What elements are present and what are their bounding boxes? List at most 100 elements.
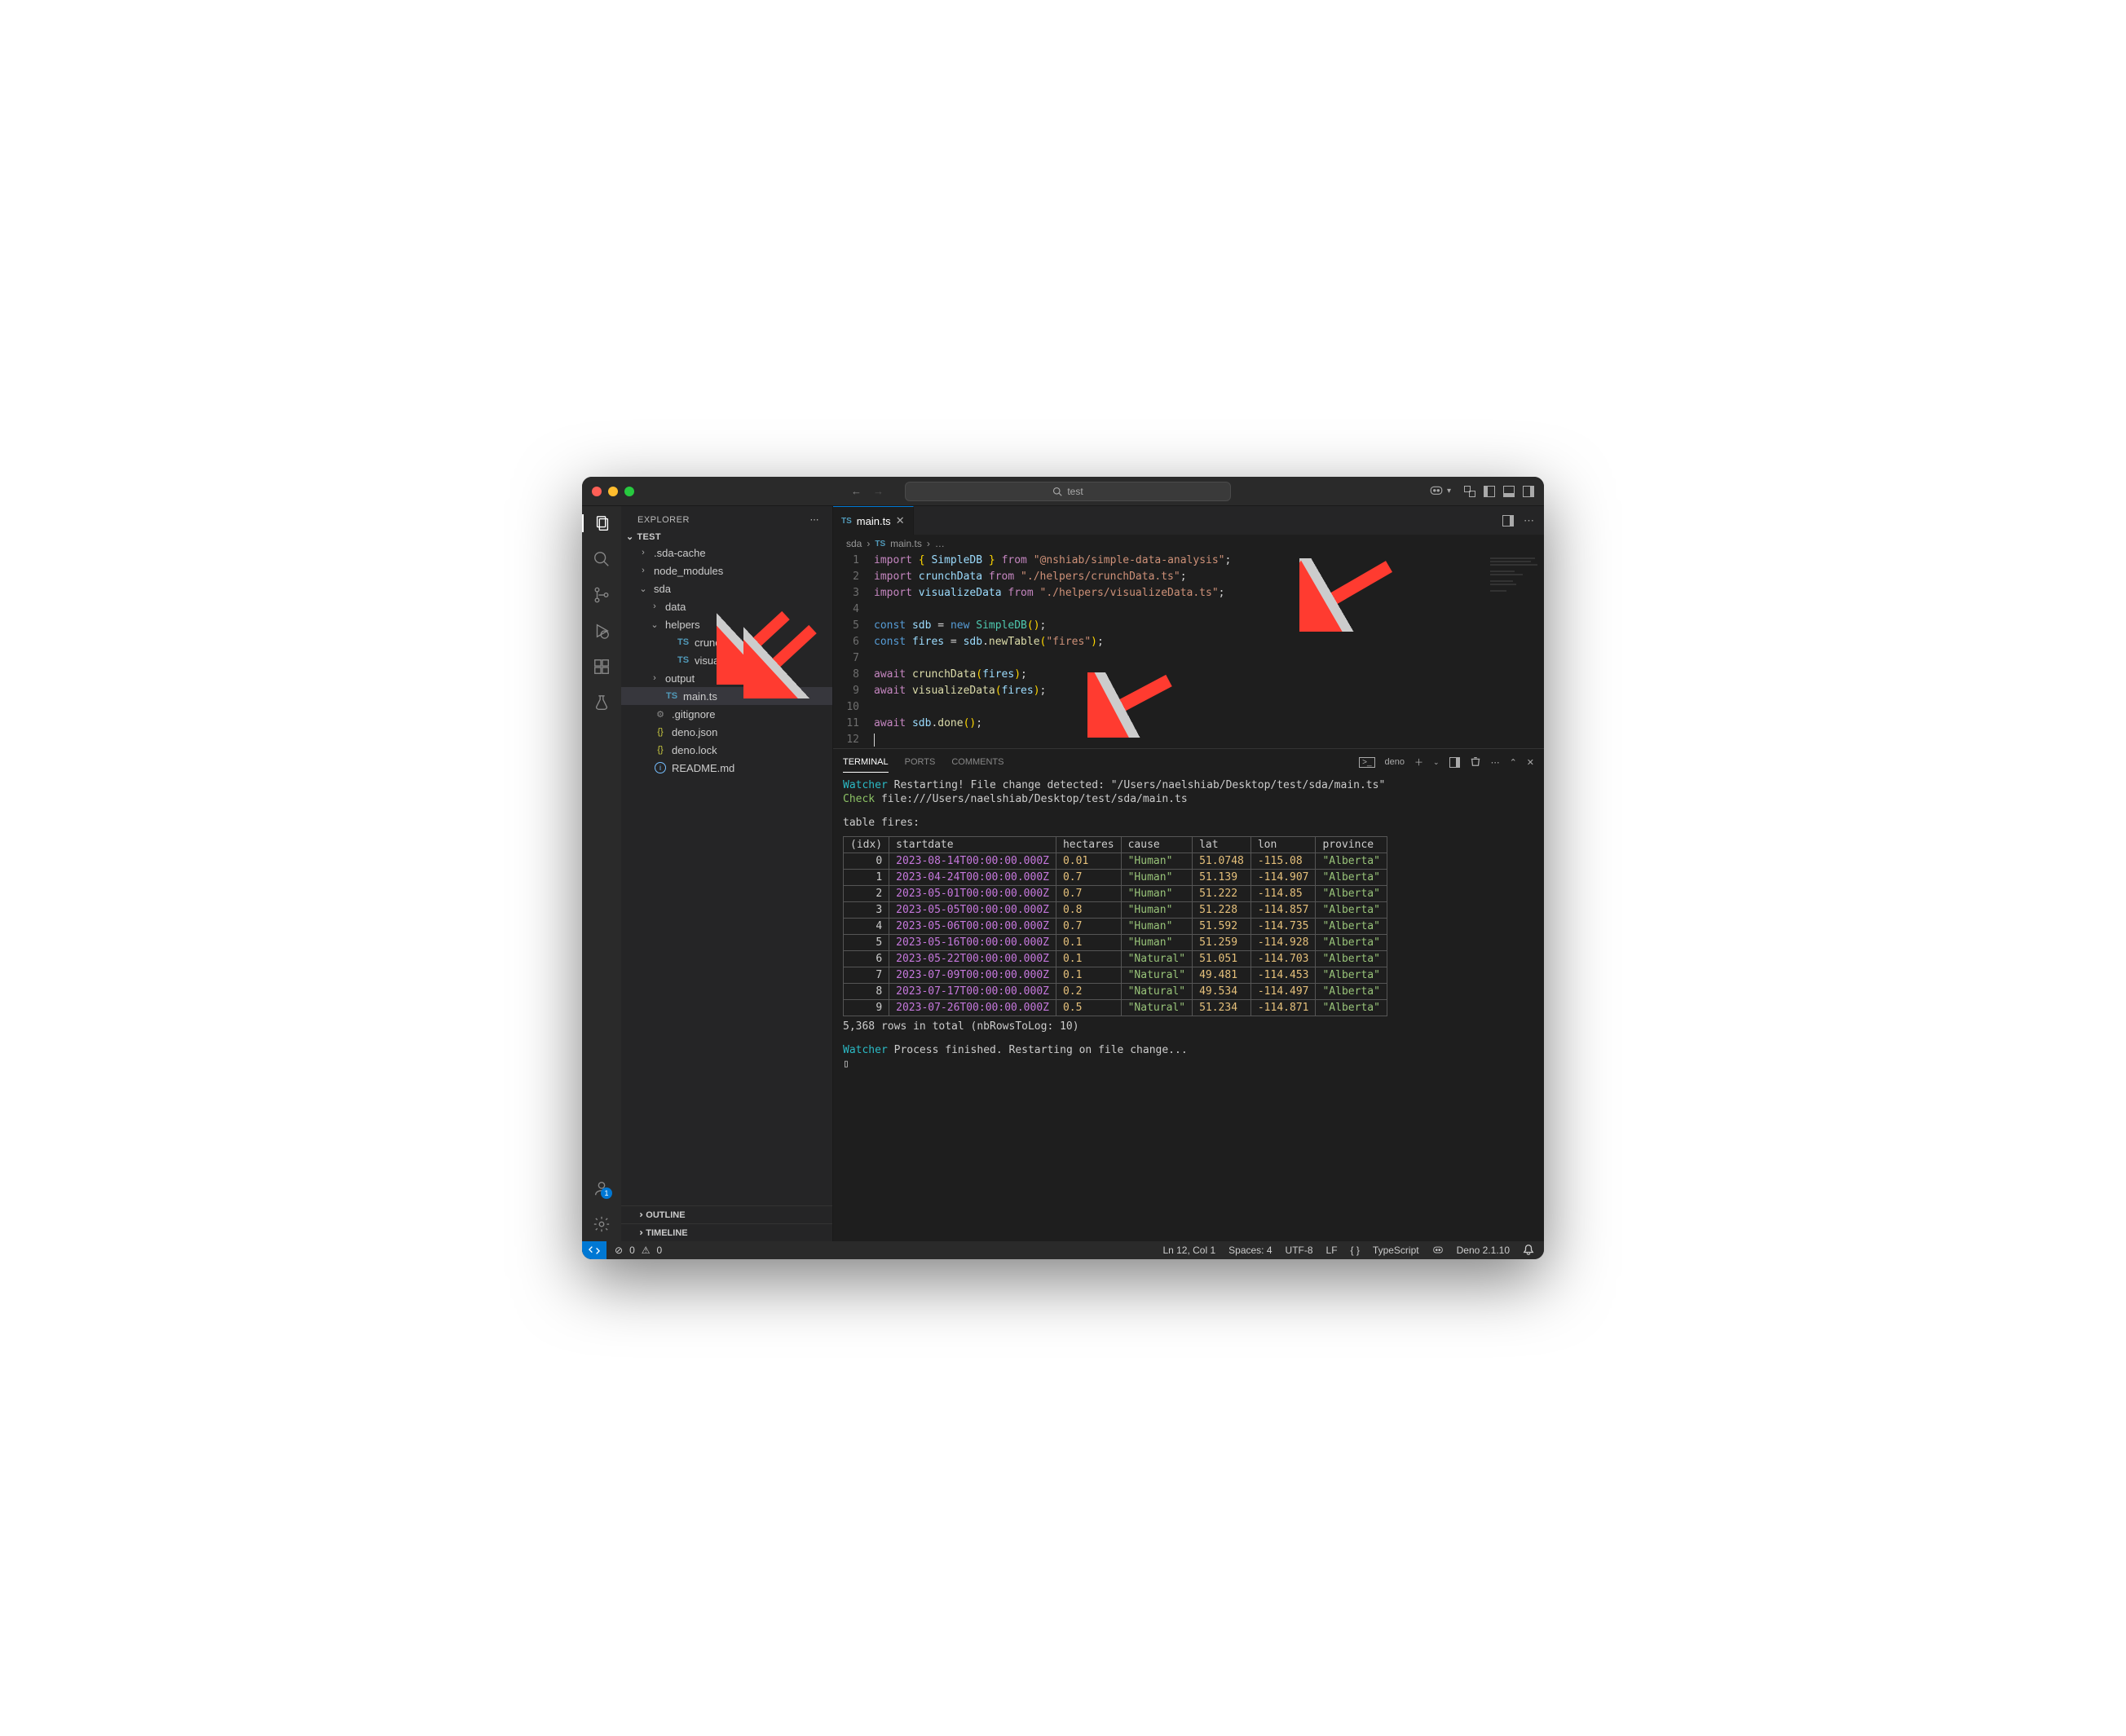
file-main-ts[interactable]: TS main.ts	[621, 687, 832, 705]
testing-icon[interactable]	[593, 694, 611, 712]
minimap[interactable]	[1479, 553, 1544, 748]
bottom-panel: TERMINAL PORTS COMMENTS >_ deno ＋ ⌄ ⋯ ⌃	[833, 748, 1544, 1241]
copilot-icon[interactable]	[1429, 482, 1444, 500]
source-control-icon[interactable]	[593, 586, 611, 604]
file-readme-md[interactable]: i README.md	[621, 759, 832, 777]
runtime-version[interactable]: Deno 2.1.10	[1457, 1245, 1510, 1256]
terminal-dropdown-icon[interactable]: ⌄	[1433, 758, 1440, 767]
accounts-icon[interactable]	[593, 1179, 611, 1197]
tree-root[interactable]: ⌄ TEST	[621, 530, 832, 544]
command-center-search[interactable]: test	[905, 482, 1231, 501]
indentation[interactable]: Spaces: 4	[1228, 1245, 1272, 1256]
tree-label: main.ts	[683, 690, 717, 703]
folder-sda[interactable]: ⌄sda	[621, 579, 832, 597]
customize-layout-icon[interactable]	[1464, 486, 1475, 497]
folder-data[interactable]: ›data	[621, 597, 832, 615]
nav-back-icon[interactable]: ←	[851, 485, 862, 497]
remote-indicator[interactable]	[582, 1241, 606, 1259]
editor-tabs: TS main.ts ✕ ⋯	[833, 506, 1544, 535]
toggle-primary-sidebar-icon[interactable]	[1484, 486, 1495, 497]
status-problems[interactable]: ⊘0 ⚠0	[606, 1245, 662, 1256]
error-icon: ⊘	[615, 1245, 623, 1256]
new-terminal-icon[interactable]: ＋	[1414, 756, 1423, 769]
eol[interactable]: LF	[1326, 1245, 1338, 1256]
breadcrumb[interactable]: sda › TS main.ts › …	[833, 535, 1544, 553]
tree-label: README.md	[672, 762, 734, 774]
activity-bar	[582, 506, 621, 1241]
chevron-down-icon[interactable]: ▾	[1447, 487, 1451, 496]
split-editor-icon[interactable]	[1502, 515, 1514, 527]
titlebar-right: ▾	[1429, 482, 1534, 500]
file-deno-json[interactable]: {}deno.json	[621, 723, 832, 741]
terminal-table-title: table fires:	[843, 816, 1534, 830]
tab-main-ts[interactable]: TS main.ts ✕	[833, 506, 914, 535]
kill-terminal-icon[interactable]	[1470, 756, 1481, 769]
cursor-position[interactable]: Ln 12, Col 1	[1162, 1245, 1215, 1256]
tree-label: visualizeData.ts	[695, 654, 769, 667]
tab-more-icon[interactable]: ⋯	[1524, 514, 1534, 527]
gear-icon: ⚙	[654, 709, 667, 720]
terminal-output[interactable]: Watcher Restarting! File change detected…	[833, 775, 1544, 1241]
code-area[interactable]: import { SimpleDB } from "@nshiab/simple…	[874, 553, 1544, 748]
chevron-icon: ›	[637, 548, 649, 557]
copilot-status-icon[interactable]	[1432, 1244, 1444, 1258]
chevron-icon: ›	[649, 673, 660, 683]
split-terminal-icon[interactable]	[1449, 757, 1460, 768]
tree-label: helpers	[665, 619, 700, 631]
file-crunchdata-ts[interactable]: TScrunchData.ts	[621, 633, 832, 651]
editor-group: TS main.ts ✕ ⋯ sda › TS main.ts › … 1234…	[833, 506, 1544, 1241]
settings-gear-icon[interactable]	[593, 1215, 611, 1233]
explorer-icon[interactable]	[582, 514, 621, 532]
toggle-panel-icon[interactable]	[1503, 486, 1515, 497]
language-mode[interactable]: TypeScript	[1373, 1245, 1419, 1256]
chevron-icon: ⌄	[649, 619, 660, 630]
status-bar: ⊘0 ⚠0 Ln 12, Col 1 Spaces: 4 UTF-8 LF { …	[582, 1241, 1544, 1259]
timeline-section[interactable]: ⌄ TIMELINE	[621, 1223, 832, 1241]
ts-icon: TS	[677, 655, 690, 665]
folder-output[interactable]: › output	[621, 669, 832, 687]
panel-more-icon[interactable]: ⋯	[1491, 757, 1500, 768]
close-panel-icon[interactable]: ✕	[1527, 757, 1534, 768]
extensions-icon[interactable]	[593, 658, 611, 676]
comments-tab[interactable]: COMMENTS	[951, 752, 1003, 772]
folder--sda-cache[interactable]: ›.sda-cache	[621, 544, 832, 562]
search-icon[interactable]	[593, 550, 611, 568]
terminal-toolbar: >_ deno ＋ ⌄ ⋯ ⌃ ✕	[1359, 756, 1534, 769]
ts-icon: TS	[841, 517, 852, 526]
notifications-icon[interactable]	[1523, 1244, 1534, 1258]
folder-helpers[interactable]: ⌄ helpers	[621, 615, 832, 633]
panel-tabs: TERMINAL PORTS COMMENTS >_ deno ＋ ⌄ ⋯ ⌃	[833, 749, 1544, 775]
file-visualizedata-ts[interactable]: TS visualizeData.ts	[621, 651, 832, 669]
window-body: EXPLORER ⋯ ⌄ TEST ›.sda-cache›node_modul…	[582, 506, 1544, 1241]
maximize-panel-icon[interactable]: ⌃	[1510, 757, 1517, 768]
run-debug-icon[interactable]	[593, 622, 611, 640]
explorer-title: EXPLORER	[637, 515, 690, 525]
traffic-lights	[592, 487, 634, 496]
maximize-window-button[interactable]	[624, 487, 634, 496]
titlebar: ← → test ▾	[582, 477, 1544, 506]
nav-forward-icon[interactable]: →	[873, 485, 884, 497]
explorer-header: EXPLORER ⋯	[621, 506, 832, 530]
encoding[interactable]: UTF-8	[1286, 1245, 1313, 1256]
file--gitignore[interactable]: ⚙.gitignore	[621, 705, 832, 723]
chevron-icon: ›	[637, 566, 649, 575]
explorer-more-icon[interactable]: ⋯	[810, 514, 820, 525]
folder-node-modules[interactable]: › node_modules	[621, 562, 832, 579]
root-label: TEST	[637, 532, 661, 542]
outline-section[interactable]: ⌄ OUTLINE	[621, 1205, 832, 1223]
terminal-tab[interactable]: TERMINAL	[843, 752, 889, 773]
info-icon: i	[654, 762, 667, 773]
terminal-table: (idx)startdatehectarescauselatlonprovinc…	[843, 836, 1534, 1016]
toggle-secondary-sidebar-icon[interactable]	[1523, 486, 1534, 497]
close-window-button[interactable]	[592, 487, 602, 496]
file-deno-lock[interactable]: {}deno.lock	[621, 741, 832, 759]
tree-label: node_modules	[654, 565, 723, 577]
minimize-window-button[interactable]	[608, 487, 618, 496]
search-icon	[1052, 487, 1062, 496]
tree-label: output	[665, 672, 695, 685]
ts-icon: TS	[665, 691, 678, 701]
close-tab-icon[interactable]: ✕	[896, 514, 905, 527]
terminal-task-label[interactable]: deno	[1385, 757, 1405, 767]
ports-tab[interactable]: PORTS	[905, 752, 936, 772]
code-editor[interactable]: 123456789101112 import { SimpleDB } from…	[833, 553, 1544, 748]
